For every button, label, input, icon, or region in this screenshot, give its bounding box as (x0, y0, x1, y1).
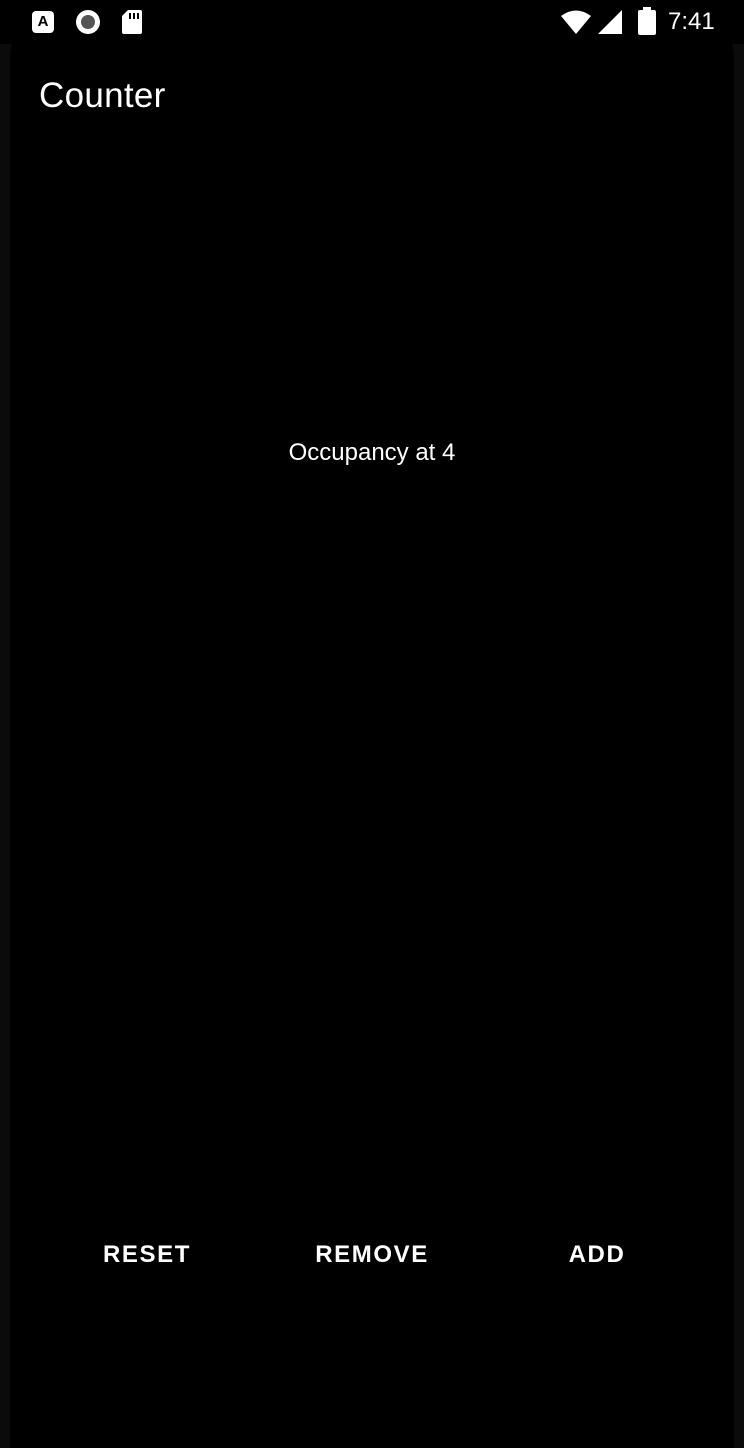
wifi-icon (561, 10, 591, 34)
battery-icon (638, 7, 656, 35)
add-button[interactable]: ADD (507, 1226, 687, 1284)
app-notification-a-icon: A (32, 11, 54, 33)
button-row: RESET REMOVE ADD (0, 1226, 744, 1284)
app-bar: Counter (0, 44, 744, 150)
cell-signal-icon (598, 10, 622, 34)
status-bar: A 7:41 (0, 0, 744, 44)
remove-button[interactable]: REMOVE (282, 1226, 462, 1284)
record-icon (76, 10, 100, 34)
page-title: Counter (39, 76, 166, 115)
reset-button[interactable]: RESET (57, 1226, 237, 1284)
sd-card-icon (122, 10, 142, 34)
occupancy-text: Occupancy at 4 (288, 439, 456, 466)
status-time: 7:41 (668, 8, 715, 35)
